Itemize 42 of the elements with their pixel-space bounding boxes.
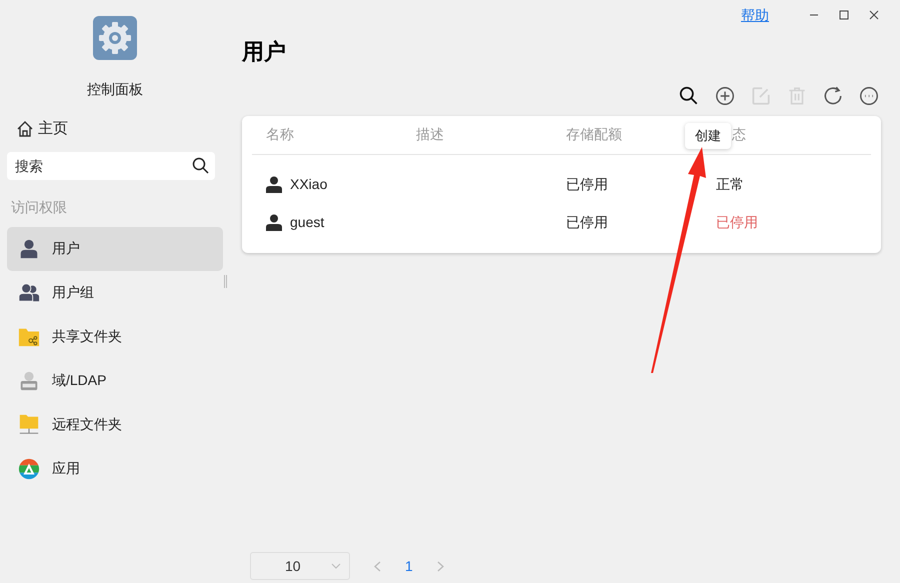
app-title: 控制面板 bbox=[87, 80, 143, 99]
page-number[interactable]: 1 bbox=[405, 556, 413, 576]
nav-item[interactable]: 用户组 bbox=[7, 270, 223, 314]
nav-item[interactable]: 用户 bbox=[7, 226, 223, 270]
table-cell-text: 已停用 bbox=[566, 174, 608, 194]
tooltip: 创建 bbox=[685, 123, 731, 148]
status-cell-text: 正常 bbox=[716, 174, 744, 194]
maximize-icon[interactable] bbox=[839, 10, 849, 20]
section-heading: 访问权限 bbox=[11, 198, 68, 216]
user-icon bbox=[266, 176, 282, 192]
search-icon bbox=[192, 156, 209, 174]
column-header: 描述 bbox=[416, 126, 444, 142]
network-folder-icon bbox=[18, 414, 40, 436]
nav-item[interactable]: 应用 bbox=[7, 446, 223, 490]
column-header: 态 bbox=[732, 126, 746, 142]
gear-icon bbox=[93, 16, 137, 60]
close-icon[interactable] bbox=[869, 10, 879, 20]
chevron-down-icon bbox=[331, 563, 341, 569]
home-icon bbox=[16, 120, 34, 138]
nav-item[interactable]: 域/LDAP bbox=[7, 358, 223, 402]
search-field[interactable]: 搜索 bbox=[7, 152, 215, 180]
table-cell-text: XXiao bbox=[290, 174, 328, 194]
home-link[interactable]: 主页 bbox=[16, 118, 68, 140]
refresh-icon[interactable] bbox=[822, 85, 844, 107]
user-icon bbox=[266, 214, 282, 230]
more-icon[interactable] bbox=[858, 85, 880, 107]
table-cell-text: guest bbox=[290, 212, 324, 232]
status-cell-text: 已停用 bbox=[716, 212, 758, 232]
column-header: 存储配额 bbox=[566, 126, 622, 142]
search-icon[interactable] bbox=[678, 85, 700, 107]
page-size-select[interactable]: 10 bbox=[250, 552, 350, 580]
nav-item[interactable]: 远程文件夹 bbox=[7, 402, 223, 446]
user-icon bbox=[18, 238, 40, 260]
help-link[interactable]: 帮助 bbox=[741, 4, 769, 26]
nav-item[interactable]: 共享文件夹 bbox=[7, 314, 223, 358]
page-title: 用户 bbox=[242, 38, 287, 66]
users-icon bbox=[18, 282, 40, 304]
ldap-icon bbox=[18, 370, 40, 392]
table-cell-text: 已停用 bbox=[566, 212, 608, 232]
add-icon[interactable] bbox=[714, 85, 736, 107]
app-store-icon bbox=[18, 458, 40, 480]
column-header: 名称 bbox=[266, 126, 294, 142]
